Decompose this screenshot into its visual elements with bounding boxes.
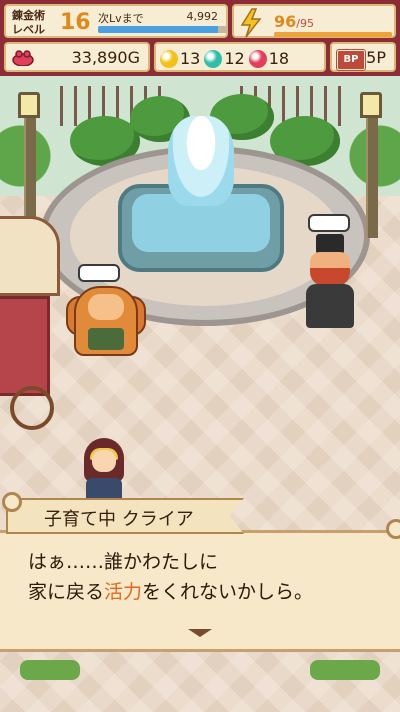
level-number: 16: [60, 10, 91, 35]
dialog-box[interactable]: はぁ……誰かわたしに 家に戻る活力をくれないかしら。: [0, 519, 400, 652]
stamina-bar-fill: [274, 32, 392, 37]
fox-merchant[interactable]: [66, 264, 146, 378]
exp-bar-fill: [98, 26, 218, 33]
bp-value: 5P: [366, 48, 386, 67]
gem-panel[interactable]: 13 12 18: [154, 42, 326, 72]
stamina-value: 96/95: [274, 12, 314, 31]
money-value: 33,890G: [71, 48, 140, 67]
red-orb-icon: [248, 49, 267, 68]
stamina-panel[interactable]: 96/95: [232, 4, 396, 38]
level-label: 錬金術 レベル: [12, 9, 45, 36]
speech-bubble-icon: [308, 214, 350, 232]
bp-icon: BP: [337, 50, 365, 70]
speaker-name: 子育て中 クライア: [44, 509, 194, 530]
speaker-nameplate: 子育て中 クライア: [6, 498, 244, 534]
dialog-line-1: はぁ……誰かわたしに: [28, 551, 219, 573]
dialog-line-2: 家に戻る活力をくれないかしら。: [28, 581, 314, 603]
gem-counts: 13 12 18: [160, 48, 293, 68]
girl-npc[interactable]: [84, 438, 124, 508]
fountain-spray: [168, 116, 234, 206]
stamina-bar: [274, 32, 392, 37]
money-panel[interactable]: 33,890G: [4, 42, 150, 72]
red-orb-count: 18: [268, 49, 290, 68]
yellow-orb-count: 13: [180, 49, 201, 68]
gentleman-npc[interactable]: [306, 214, 354, 328]
bp-panel[interactable]: BP 5P: [330, 42, 396, 72]
street-lamp-right: [360, 92, 382, 238]
next-level-exp: 4,992: [186, 10, 219, 23]
teal-orb-icon: [204, 49, 223, 68]
scroll-curl-icon: [386, 519, 400, 539]
speech-bubble-icon: [78, 264, 120, 282]
highlight-word: 活力: [104, 581, 143, 603]
next-level-label: 次Lvまで: [98, 12, 144, 25]
scroll-curl-icon: [2, 492, 22, 512]
exp-bar: [98, 26, 228, 33]
lightning-icon: [240, 8, 262, 38]
purse-icon: [12, 50, 34, 66]
yellow-orb-icon: [160, 49, 178, 68]
status-header: 錬金術 レベル 16 次Lvまで 4,992 96/95 33,890G 13 1…: [0, 0, 400, 76]
teal-orb-count: 12: [224, 49, 245, 68]
alchemy-level-panel[interactable]: 錬金術 レベル 16 次Lvまで 4,992: [4, 4, 228, 38]
bench-left: [20, 660, 80, 680]
bench-right: [310, 660, 380, 680]
merchant-cart[interactable]: [0, 216, 60, 446]
next-arrow-icon[interactable]: [188, 629, 212, 637]
